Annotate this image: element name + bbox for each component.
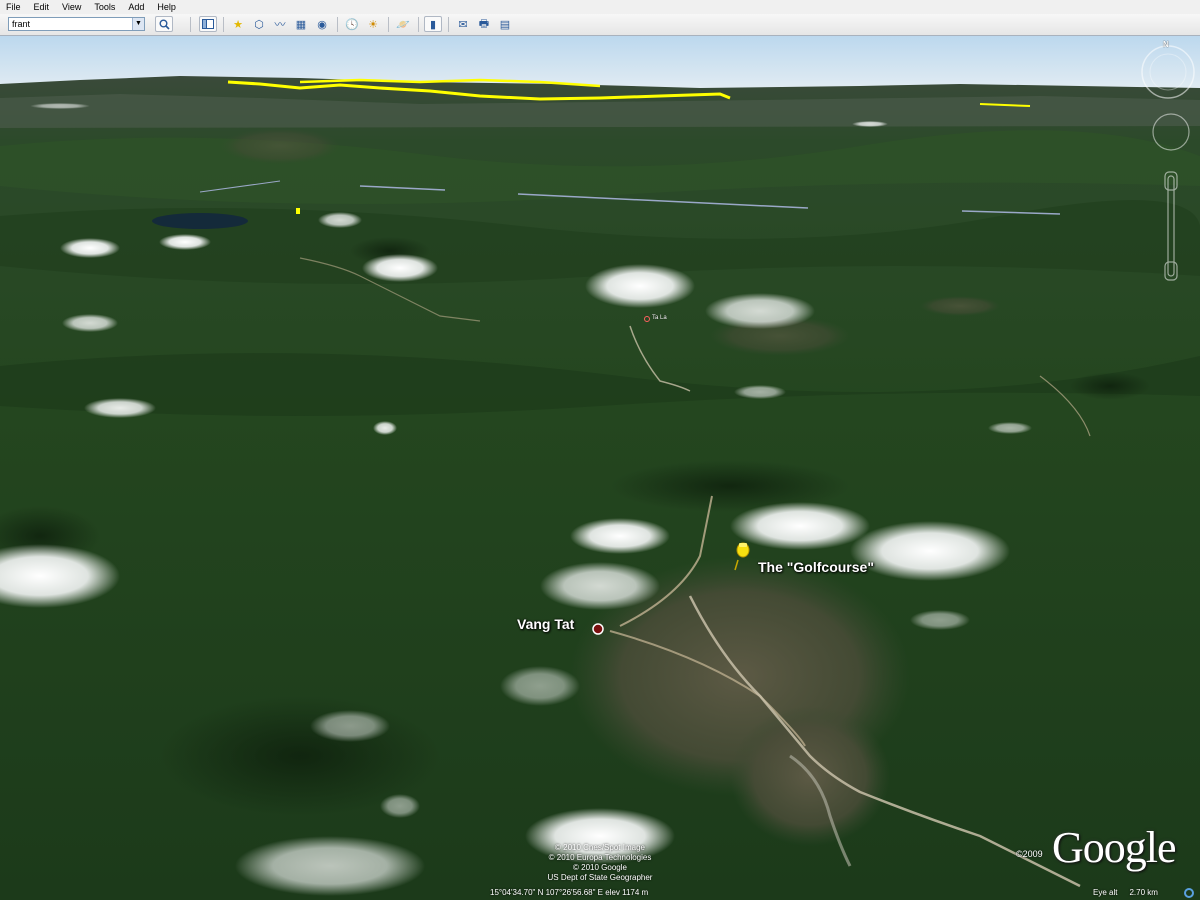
search-icon: [159, 19, 170, 30]
sunlight-button[interactable]: ☀: [364, 16, 382, 32]
cloud: [705, 293, 815, 329]
search-input-value: frant: [12, 19, 31, 29]
cloud: [380, 794, 420, 818]
cloud: [570, 518, 670, 554]
view-in-maps-button[interactable]: ▤: [496, 16, 514, 32]
cloud: [850, 521, 1010, 581]
imagery-credits: © 2010 Cnes/Spot Image © 2010 Europa Tec…: [520, 843, 680, 883]
cloud-shadow: [1070, 372, 1150, 400]
ruler-icon: ▮: [429, 18, 437, 31]
ruler-button[interactable]: ▮: [424, 16, 442, 32]
menu-bar: File Edit View Tools Add Help: [0, 0, 1200, 14]
cloud: [84, 398, 156, 418]
print-icon: 🖶: [478, 17, 490, 30]
cloud: [60, 238, 120, 258]
eye-altitude: Eye alt 2.70 km: [1093, 888, 1158, 897]
toolbar-separator: [190, 17, 191, 32]
menu-help[interactable]: Help: [151, 0, 183, 14]
cloud: [159, 234, 211, 250]
cloud: [310, 710, 390, 742]
toolbar-separator: [448, 17, 449, 32]
menu-add[interactable]: Add: [122, 0, 151, 14]
toolbar: frant ▼ ★ ⬡ 〰 ▦ ◉ 🕓 ☀ 🪐 ▮ ✉ 🖶 ▤: [0, 14, 1200, 36]
cloud: [585, 264, 695, 308]
search-input[interactable]: frant ▼: [8, 17, 145, 31]
distant-pushpin-icon: [296, 208, 300, 214]
switch-planets-button[interactable]: 🪐: [394, 16, 412, 32]
planets-icon: 🪐: [396, 18, 410, 31]
add-image-overlay-button[interactable]: ▦: [292, 16, 310, 32]
cloud: [373, 421, 397, 435]
path-icon: 〰: [274, 19, 286, 31]
cloud: [540, 562, 660, 610]
clearing: [920, 296, 1000, 316]
menu-view[interactable]: View: [56, 0, 88, 14]
menu-tools[interactable]: Tools: [88, 0, 122, 14]
earth-viewport[interactable]: Vang Tat The "Golfcourse" Ta La: [0, 36, 1200, 900]
overlay-icon: ▦: [295, 18, 307, 31]
add-placemark-button[interactable]: ★: [229, 16, 247, 32]
logo-year: ©2009: [1016, 849, 1043, 859]
search-dropdown-button[interactable]: ▼: [132, 18, 144, 30]
streaming-indicator-icon: [1184, 888, 1194, 898]
cloud: [30, 103, 90, 109]
cloud: [318, 212, 362, 228]
toolbar-separator: [388, 17, 389, 32]
vang-tat-placemark-icon: [592, 623, 604, 635]
zoom-slider[interactable]: [1164, 171, 1178, 281]
cloud: [362, 254, 438, 282]
email-button[interactable]: ✉: [454, 16, 472, 32]
search-button[interactable]: [155, 16, 173, 32]
vang-tat-label[interactable]: Vang Tat: [517, 616, 574, 632]
navigation-controls-graphic: [1141, 45, 1195, 281]
add-path-button[interactable]: 〰: [271, 16, 289, 32]
pointer-coordinates: 15°04'34.70" N 107°26'56.68" E elev 1174…: [490, 888, 649, 897]
golfcourse-label[interactable]: The "Golfcourse": [758, 559, 874, 575]
toolbar-separator: [337, 17, 338, 32]
google-logo: Google: [1052, 823, 1177, 872]
compass-north-label: N: [1163, 40, 1169, 49]
ta-la-label[interactable]: Ta La: [652, 315, 667, 321]
cloud: [734, 385, 786, 399]
add-polygon-button[interactable]: ⬡: [250, 16, 268, 32]
record-tour-button[interactable]: ◉: [313, 16, 331, 32]
status-bar: 15°04'34.70" N 107°26'56.68" E elev 1174…: [0, 888, 1200, 900]
cloud: [62, 314, 118, 332]
map-view-icon: ▤: [499, 18, 511, 31]
sidebar-icon: [202, 19, 214, 29]
print-button[interactable]: 🖶: [475, 16, 493, 32]
cloud: [910, 610, 970, 630]
clock-icon: 🕓: [345, 18, 359, 31]
sunlight-icon: ☀: [368, 18, 378, 31]
placemark-icon: ★: [233, 18, 243, 31]
credit-line: © 2010 Cnes/Spot Image: [555, 843, 645, 852]
toolbar-separator: [418, 17, 419, 32]
menu-file[interactable]: File: [0, 0, 28, 14]
cloud: [730, 502, 870, 550]
credit-line: US Dept of State Geographer: [547, 873, 653, 882]
email-icon: ✉: [458, 18, 468, 31]
navigation-controls: N: [1140, 36, 1200, 286]
eye-alt-label: Eye alt: [1093, 888, 1118, 897]
cloud: [852, 121, 888, 127]
credit-line: © 2010 Europa Technologies: [548, 853, 652, 862]
cloud: [500, 666, 580, 706]
cloud: [235, 836, 425, 896]
look-joystick[interactable]: [1152, 113, 1190, 151]
terrain-view: [0, 36, 1200, 900]
compass-ring[interactable]: [1141, 45, 1195, 99]
menu-edit[interactable]: Edit: [28, 0, 57, 14]
toggle-sidebar-button[interactable]: [199, 16, 217, 32]
historical-imagery-button[interactable]: 🕓: [343, 16, 361, 32]
toolbar-separator: [223, 17, 224, 32]
eye-alt-value: 2.70 km: [1129, 888, 1158, 897]
polygon-icon: ⬡: [254, 18, 264, 31]
lake: [152, 213, 248, 229]
credit-line: © 2010 Google: [573, 863, 627, 872]
tour-icon: ◉: [317, 18, 327, 31]
clearing: [220, 128, 340, 164]
cloud: [988, 422, 1032, 434]
